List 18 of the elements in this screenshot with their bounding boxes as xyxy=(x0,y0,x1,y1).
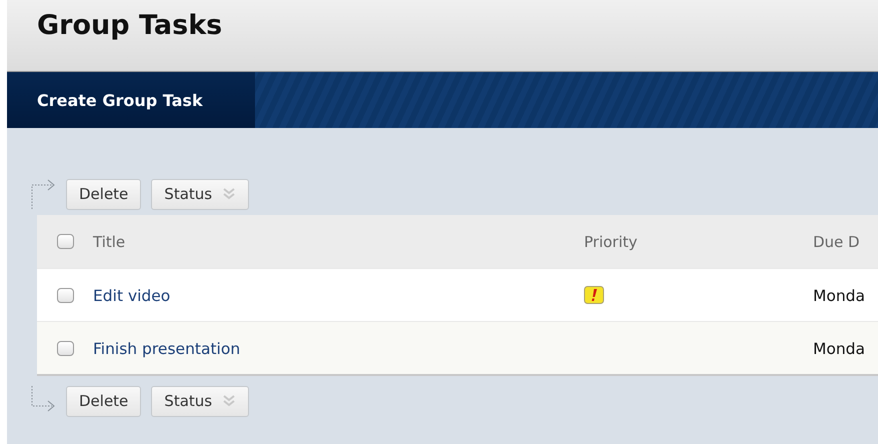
page-title: Group Tasks xyxy=(37,10,224,41)
double-chevron-icon xyxy=(222,187,236,201)
double-chevron-icon xyxy=(222,394,236,408)
status-menu-button[interactable]: Status xyxy=(151,386,250,416)
delete-button[interactable]: Delete xyxy=(66,178,142,210)
select-all-checkbox[interactable] xyxy=(56,234,74,249)
task-link[interactable]: Finish presentation xyxy=(93,340,240,358)
row-checkbox[interactable] xyxy=(56,288,74,302)
nav-tab[interactable]: Create Group Task xyxy=(7,72,255,128)
column-header[interactable]: Priority xyxy=(584,232,638,250)
due-date: Monda xyxy=(813,286,866,304)
status-menu-button[interactable]: Status xyxy=(151,178,250,210)
column-header[interactable]: Title xyxy=(93,232,126,250)
task-link[interactable]: Edit video xyxy=(93,286,170,304)
row-checkbox[interactable] xyxy=(56,340,74,356)
delete-button[interactable]: Delete xyxy=(66,386,142,416)
column-header[interactable]: Due D xyxy=(813,232,860,250)
due-date: Monda xyxy=(813,340,866,358)
